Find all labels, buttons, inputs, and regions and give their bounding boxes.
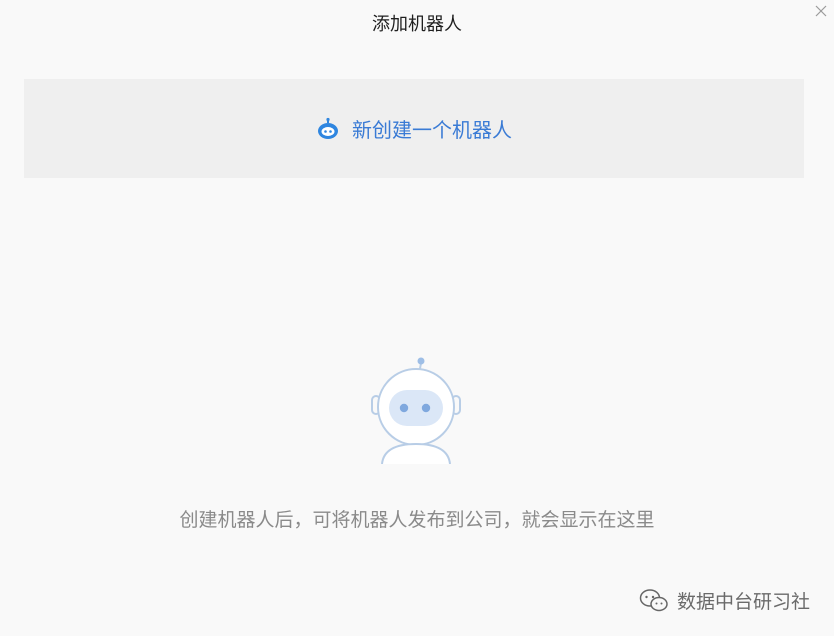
close-button[interactable]: [812, 2, 830, 20]
close-icon: [815, 5, 827, 17]
watermark-text: 数据中台研习社: [676, 591, 810, 613]
robot-illustration: [371, 357, 461, 464]
add-robot-dialog: 添加机器人 新创建一个机器人 创建机器人后，可将机器人发布到公司，就会显示在这里…: [0, 0, 834, 636]
create-robot-label: 新创建一个机器人: [352, 118, 512, 142]
dialog-title: 添加机器人: [372, 14, 462, 35]
create-robot-button[interactable]: 新创建一个机器人: [24, 79, 804, 178]
empty-state-message: 创建机器人后，可将机器人发布到公司，就会显示在这里: [179, 509, 655, 531]
watermark: 数据中台研习社: [639, 587, 810, 614]
wechat-icon: [639, 588, 668, 611]
robot-head-icon: [318, 117, 338, 139]
